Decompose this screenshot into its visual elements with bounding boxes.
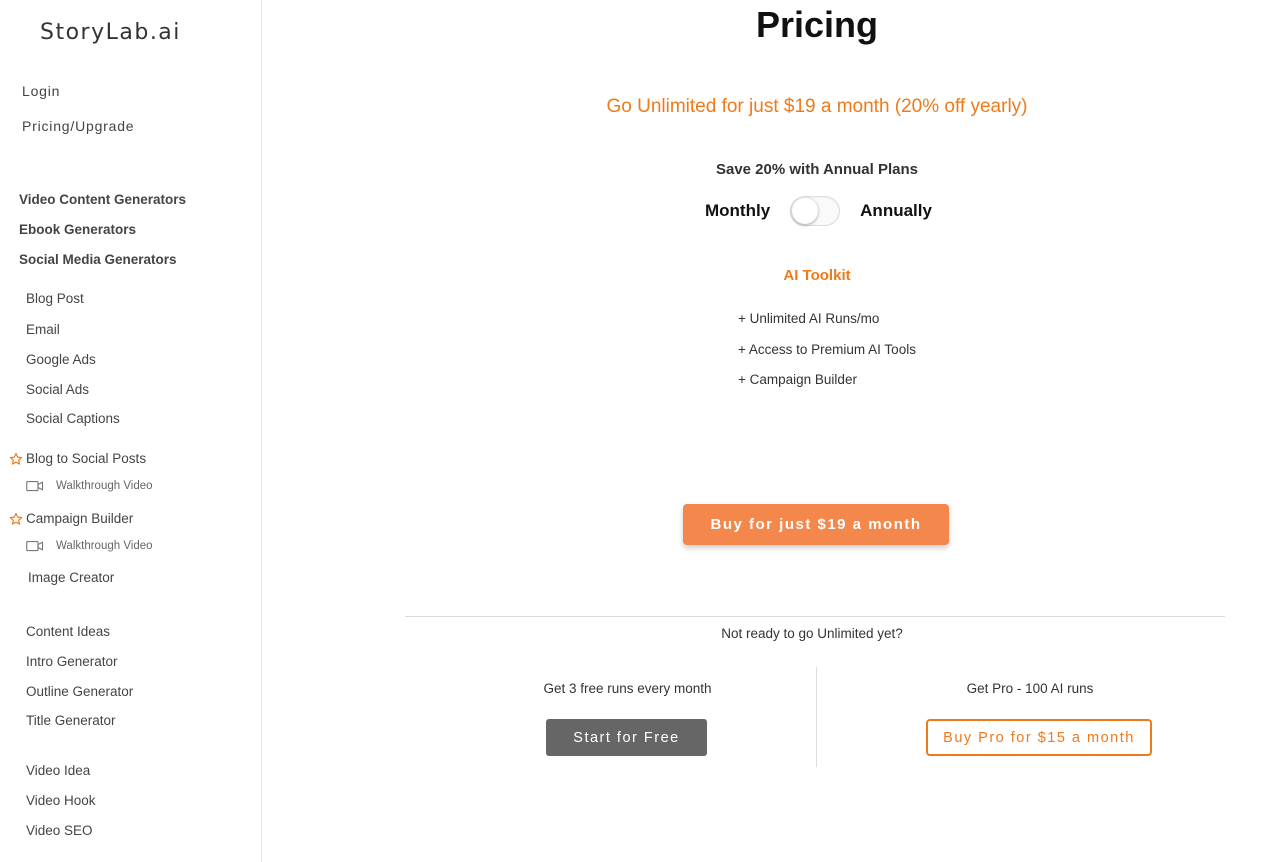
sidebar-item-image-creator[interactable]: Image Creator (28, 570, 114, 585)
page-title: Pricing (755, 4, 879, 45)
save-annual-text: Save 20% with Annual Plans (715, 161, 918, 178)
sidebar-item-label: Blog to Social Posts (26, 451, 147, 466)
annually-label[interactable]: Annually (860, 201, 932, 221)
monthly-label[interactable]: Monthly (705, 201, 770, 221)
sidebar-item-video-hook[interactable]: Video Hook (26, 793, 96, 808)
walkthrough-video-link-1[interactable]: Walkthrough Video (26, 480, 153, 492)
star-icon (9, 512, 23, 525)
sidebar-group-video-content[interactable]: Video Content Generators (19, 192, 186, 207)
sidebar-item-blog-to-social[interactable]: Blog to Social Posts (9, 451, 146, 466)
sidebar-item-campaign-builder[interactable]: Campaign Builder (9, 511, 133, 526)
feature-item: + Access to Premium AI Tools (738, 342, 916, 357)
sidebar-item-email[interactable]: Email (26, 322, 60, 337)
walkthrough-video-label: Walkthrough Video (56, 480, 153, 492)
sidebar-item-social-ads[interactable]: Social Ads (26, 382, 89, 397)
feature-item: + Unlimited AI Runs/mo (738, 311, 880, 326)
sidebar-item-blog-post[interactable]: Blog Post (26, 291, 84, 306)
toggle-knob (792, 198, 819, 224)
sidebar: StoryLab.ai Login Pricing/Upgrade Video … (0, 0, 262, 862)
plan-name: AI Toolkit (783, 267, 851, 284)
pricing-upgrade-link[interactable]: Pricing/Upgrade (22, 118, 134, 134)
sidebar-group-ebook[interactable]: Ebook Generators (19, 222, 136, 237)
walkthrough-video-label: Walkthrough Video (56, 540, 153, 552)
logo[interactable]: StoryLab.ai (40, 20, 181, 45)
billing-toggle-row: Monthly Annually (705, 196, 932, 226)
billing-period-toggle[interactable] (790, 196, 841, 226)
star-icon (9, 452, 23, 465)
sidebar-item-outline-generator[interactable]: Outline Generator (26, 684, 133, 699)
walkthrough-video-link-2[interactable]: Walkthrough Video (26, 540, 153, 552)
column-divider (816, 667, 817, 767)
video-camera-icon (26, 540, 44, 552)
buy-pro-button[interactable]: Buy Pro for $15 a month (926, 719, 1152, 756)
sidebar-item-google-ads[interactable]: Google Ads (26, 352, 96, 367)
promo-text: Go Unlimited for just $19 a month (20% o… (606, 96, 1028, 117)
sidebar-item-social-captions[interactable]: Social Captions (26, 411, 120, 426)
not-ready-text: Not ready to go Unlimited yet? (721, 626, 903, 641)
sidebar-item-label: Campaign Builder (26, 511, 134, 526)
page-title-wrap: Pricing (262, 4, 1269, 46)
buy-unlimited-button[interactable]: Buy for just $19 a month (683, 504, 949, 545)
start-for-free-button[interactable]: Start for Free (546, 719, 707, 756)
free-plan-text: Get 3 free runs every month (543, 681, 712, 696)
login-link[interactable]: Login (22, 83, 60, 99)
sidebar-item-video-seo[interactable]: Video SEO (26, 823, 93, 838)
sidebar-item-title-generator[interactable]: Title Generator (26, 713, 116, 728)
feature-item: + Campaign Builder (738, 372, 857, 387)
video-camera-icon (26, 480, 44, 492)
section-divider (405, 616, 1225, 617)
sidebar-item-video-idea[interactable]: Video Idea (26, 763, 90, 778)
sidebar-item-content-ideas[interactable]: Content Ideas (26, 624, 110, 639)
sidebar-item-intro-generator[interactable]: Intro Generator (26, 654, 118, 669)
pro-plan-text: Get Pro - 100 AI runs (966, 681, 1094, 696)
sidebar-group-social-media[interactable]: Social Media Generators (19, 252, 177, 267)
